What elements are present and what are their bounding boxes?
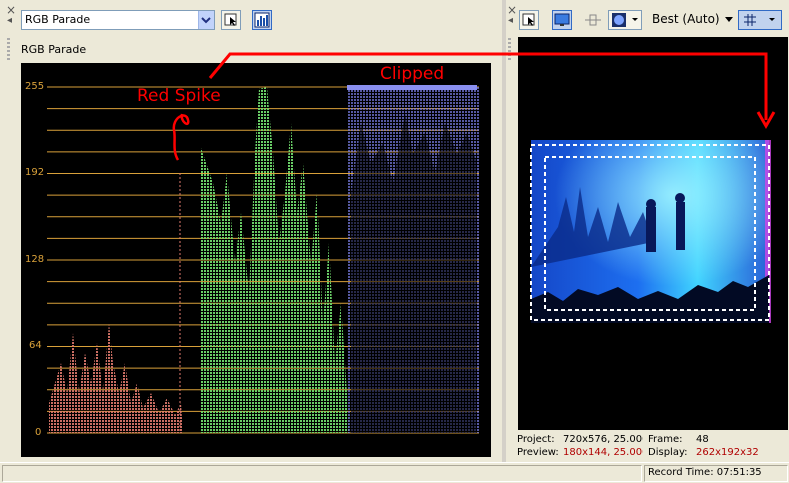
red-spike-squiggle xyxy=(172,113,190,161)
clipped-annotation: Clipped xyxy=(380,64,445,84)
red-spike-annotation: Red Spike xyxy=(137,86,221,106)
annotation-arrow-line xyxy=(208,52,768,120)
